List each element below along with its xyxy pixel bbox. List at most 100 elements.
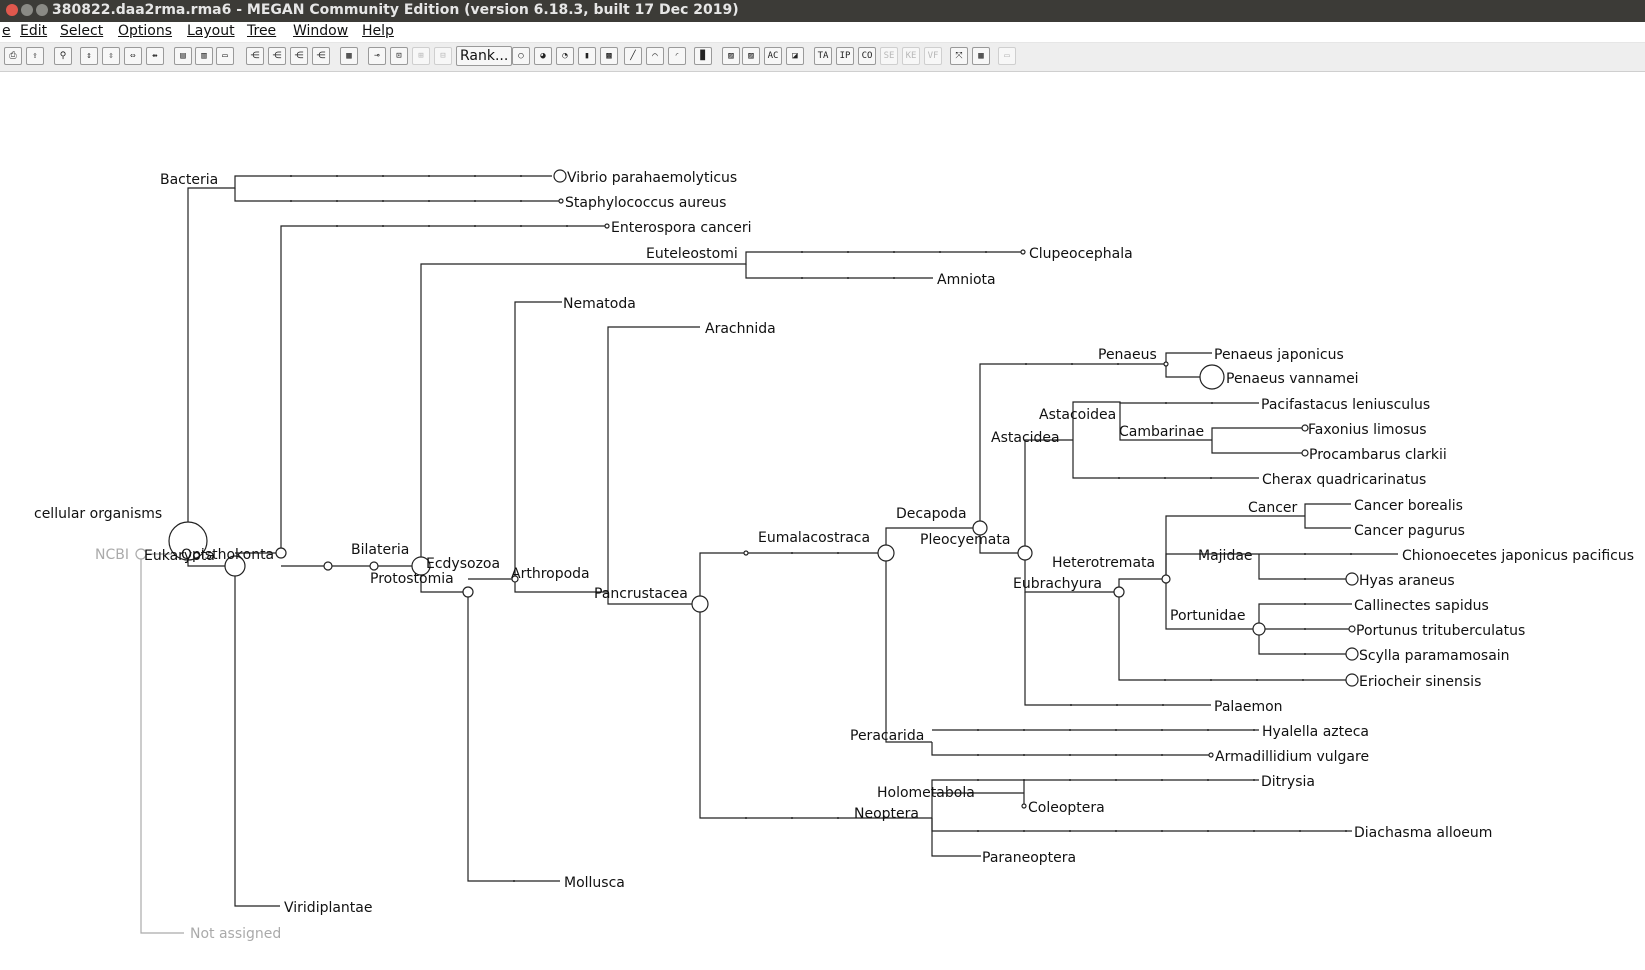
label-cancer-borealis[interactable]: Cancer borealis [1354,498,1463,514]
label-callinectes[interactable]: Callinectes sapidus [1354,598,1489,614]
label-palaemon[interactable]: Palaemon [1214,699,1283,715]
label-pleocyemata[interactable]: Pleocyemata [920,532,1010,548]
coleoptera-node[interactable] [1021,803,1027,809]
label-cancer-pagurus[interactable]: Cancer pagurus [1354,523,1465,539]
pancrustacea-node[interactable] [691,595,709,613]
collapse-at-level-icon[interactable]: ⋲ [312,47,330,65]
hyas-node[interactable] [1345,572,1359,586]
label-pacifastacus[interactable]: Pacifastacus leniusculus [1261,397,1430,413]
label-ecdysozoa[interactable]: Ecdysozoa [426,556,500,572]
label-amniota[interactable]: Amniota [937,272,996,288]
label-staph[interactable]: Staphylococcus aureus [565,195,726,211]
maximize-window-icon[interactable] [36,4,48,16]
menu-options[interactable]: Options [118,23,172,39]
label-portunus[interactable]: Portunus trituberculatus [1356,623,1525,639]
clupeocephala-node[interactable] [1020,249,1026,255]
label-vibrio[interactable]: Vibrio parahaemolyticus [567,170,737,186]
opisthokonta-node[interactable] [275,547,287,559]
astacidea-node[interactable] [1017,545,1033,561]
close-window-icon[interactable] [6,4,18,16]
coxcomb-icon[interactable]: ◔ [556,47,574,65]
table-icon[interactable]: ▦ [972,47,990,65]
rank-button[interactable]: Rank... [456,46,513,66]
label-holometabola[interactable]: Holometabola [877,785,975,801]
label-clupeocephala[interactable]: Clupeocephala [1029,246,1133,262]
label-faxonius[interactable]: Faxonius limosus [1308,422,1427,438]
expand-window-icon[interactable]: ⤧ [950,47,968,65]
label-mollusca[interactable]: Mollusca [564,875,625,891]
heatmap-icon[interactable]: ▩ [600,47,618,65]
label-arachnida[interactable]: Arachnida [705,321,776,337]
color-edit-icon[interactable]: ◪ [786,47,804,65]
decapoda-node[interactable] [877,544,895,562]
samples-table-icon[interactable]: ▨ [742,47,760,65]
protostomia-node[interactable] [462,586,474,598]
label-heterotremata[interactable]: Heterotremata [1052,555,1155,571]
label-astacoidea[interactable]: Astacoidea [1039,407,1116,423]
eumalacostraca-node[interactable] [743,550,749,556]
portunidae-node[interactable] [1252,622,1266,636]
properties-icon[interactable]: ▭ [998,47,1016,65]
fully-contract-icon[interactable]: ▥ [195,47,213,65]
label-procambarus[interactable]: Procambarus clarkii [1309,447,1447,463]
label-scylla[interactable]: Scylla paramamosain [1359,648,1510,664]
bars-icon[interactable]: ▮ [578,47,596,65]
enterospora-node[interactable] [604,223,610,229]
show-counts-icon[interactable]: ⊞ [412,47,430,65]
fit-window-icon[interactable]: ▤ [174,47,192,65]
label-penaeus-japonicus[interactable]: Penaeus japonicus [1214,347,1344,363]
eggnog-viewer-icon[interactable]: VF [924,47,942,65]
label-cancer[interactable]: Cancer [1248,500,1298,516]
interpro-viewer-icon[interactable]: IP [836,47,854,65]
bilateria-sub-node[interactable] [369,561,379,571]
node-names-icon[interactable]: ⊡ [390,47,408,65]
label-chionoecetes[interactable]: Chionoecetes japonicus pacificus [1402,548,1634,564]
label-ditrysia[interactable]: Ditrysia [1261,774,1315,790]
circle-nodes-icon[interactable]: ○ [512,47,530,65]
vibrio-node[interactable] [553,169,567,183]
heterotremata-node[interactable] [1161,574,1171,584]
label-cambarinae[interactable]: Cambarinae [1119,424,1204,440]
label-portunidae[interactable]: Portunidae [1170,608,1245,624]
find-icon[interactable]: ⚲ [54,47,72,65]
fully-expand-icon[interactable]: ▭ [216,47,234,65]
label-eumalacostraca[interactable]: Eumalacostraca [758,530,870,546]
taxonomy-tree-viewer[interactable]: NCBI Not assigned cellular organisms Bacter… [0,72,1645,970]
bilateria-node[interactable] [323,561,333,571]
label-penaeus-vannamei[interactable]: Penaeus vannamei [1226,371,1359,387]
color-samples-icon[interactable]: ▦ [340,47,358,65]
label-nematoda[interactable]: Nematoda [563,296,636,312]
menu-window[interactable]: Window [293,23,348,39]
radial-tree-icon[interactable]: ◜ [668,47,686,65]
label-diachasma[interactable]: Diachasma alloeum [1354,825,1492,841]
label-eubrachyura[interactable]: Eubrachyura [1013,576,1102,592]
label-bilateria[interactable]: Bilateria [351,542,409,558]
label-neoptera[interactable]: Neoptera [854,806,919,822]
export-icon[interactable]: ⇪ [26,47,44,65]
uncollapse-icon[interactable]: ⋲ [268,47,286,65]
word-cloud-icon[interactable]: AC [764,47,782,65]
penaeus-vannamei-node[interactable] [1199,364,1225,390]
menu-layout[interactable]: Layout [187,23,235,39]
eubrachyura-node[interactable] [1113,586,1125,598]
label-bacteria[interactable]: Bacteria [160,172,218,188]
expand-vertical-icon[interactable]: ⇕ [80,47,98,65]
show-summary-icon[interactable]: ⊟ [434,47,452,65]
eriocheir-node[interactable] [1345,673,1359,687]
not-assigned-label[interactable]: Not assigned [190,926,281,942]
collapse-icon[interactable]: ⋲ [246,47,264,65]
label-decapoda[interactable]: Decapoda [896,506,967,522]
node-labels-icon[interactable]: ⊸ [368,47,386,65]
menu-tree[interactable]: Tree [247,23,276,39]
contract-horizontal-icon[interactable]: ⇹ [146,47,164,65]
label-eriocheir[interactable]: Eriocheir sinensis [1359,674,1481,690]
portunus-node[interactable] [1348,625,1356,633]
uncollapse-subtree-icon[interactable]: ⋲ [290,47,308,65]
pie-chart-icon[interactable]: ◕ [534,47,552,65]
label-astacidea[interactable]: Astacidea [991,430,1060,446]
label-pancrustacea[interactable]: Pancrustacea [594,586,688,602]
rectangular-tree-icon[interactable]: ╱ [624,47,642,65]
expand-horizontal-icon[interactable]: ⇔ [124,47,142,65]
ncbi-label[interactable]: NCBI [95,547,129,563]
label-majidae[interactable]: Majidae [1198,548,1253,564]
